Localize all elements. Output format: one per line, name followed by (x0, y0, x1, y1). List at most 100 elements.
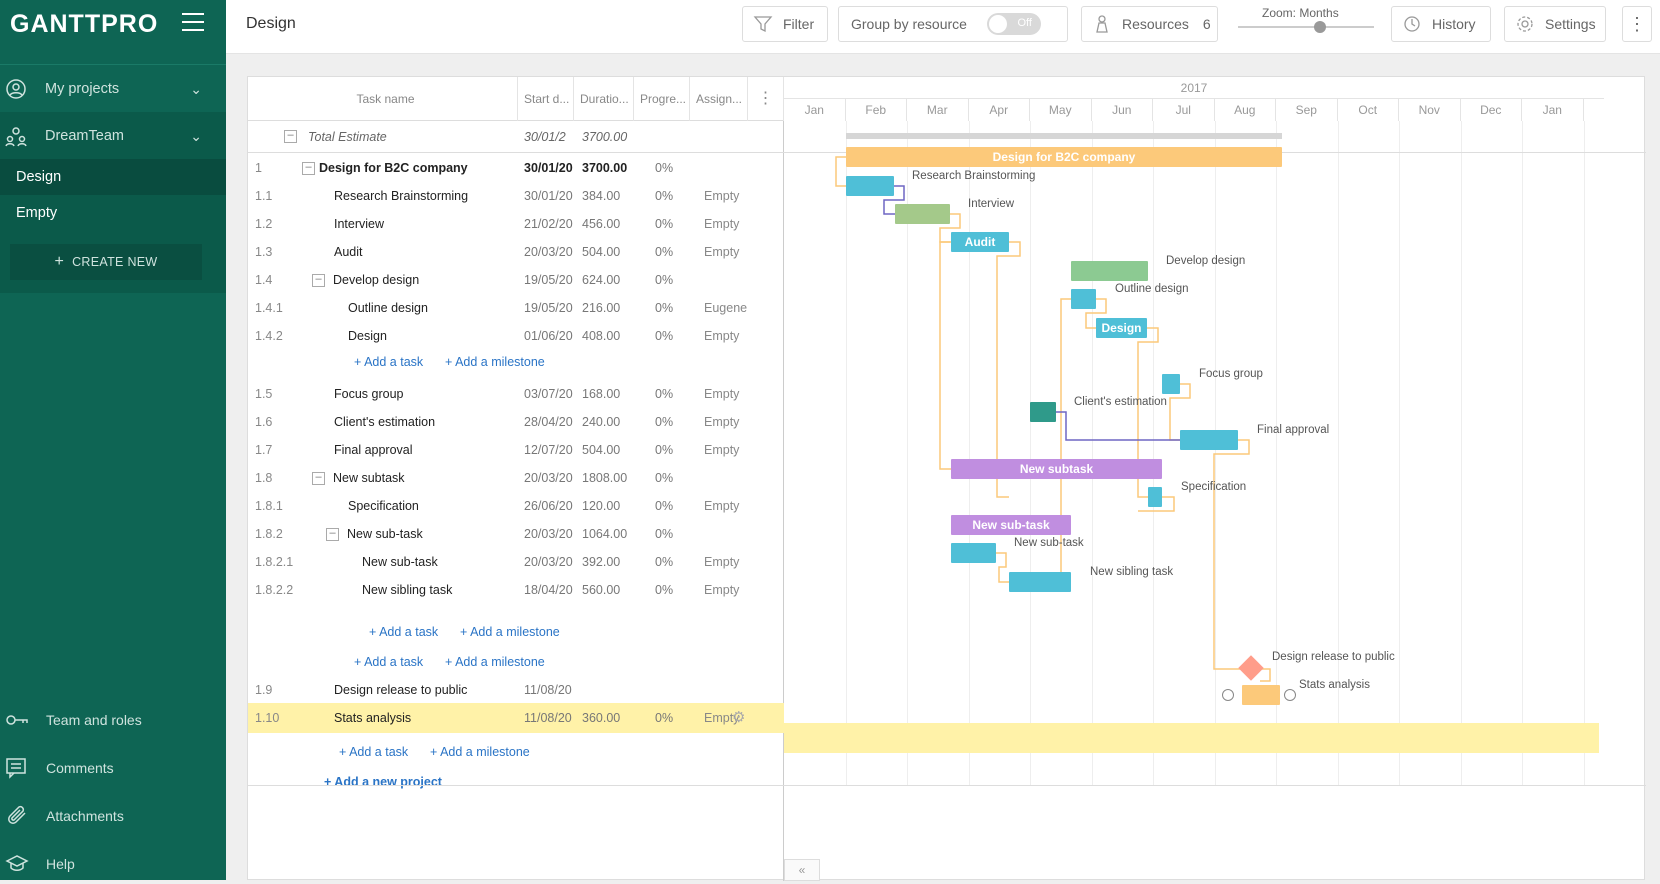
link-handle[interactable] (1284, 689, 1296, 701)
start-date[interactable]: 11/08/20 (524, 675, 574, 705)
dependency-link[interactable] (1213, 439, 1250, 670)
zoom-track[interactable] (1238, 26, 1374, 28)
attachments-link[interactable]: Attachments (0, 796, 226, 836)
progress[interactable]: 0% (655, 265, 673, 295)
add-task-link[interactable]: + Add a task (339, 737, 408, 767)
start-date[interactable]: 12/07/20 (524, 435, 574, 465)
task-bar[interactable] (1162, 374, 1180, 394)
assignee[interactable]: Empty (704, 575, 739, 605)
table-row[interactable]: 1.6 Client's estimation 28/04/20 240.00 0% Em… (248, 407, 784, 437)
task-name[interactable]: Design release to public (334, 675, 467, 705)
table-row[interactable]: 1.7 Final approval 12/07/20 504.00 0% Empty (248, 435, 784, 465)
dependency-link[interactable] (996, 552, 1009, 583)
task-name[interactable]: Audit (334, 237, 363, 267)
task-bar[interactable] (895, 204, 950, 224)
assignee[interactable]: Empty (704, 547, 739, 577)
task-name[interactable]: Final approval (334, 435, 413, 465)
duration[interactable]: 504.00 (582, 435, 620, 465)
task-bar[interactable]: New subtask (951, 459, 1162, 479)
add-milestone-link[interactable]: + Add a milestone (445, 347, 545, 377)
progress[interactable]: 0% (655, 209, 673, 239)
table-row[interactable]: 1.1 Research Brainstorming 30/01/20 384.00 0… (248, 181, 784, 211)
duration[interactable]: 560.00 (582, 575, 620, 605)
column-menu-icon[interactable]: ⋮ (748, 77, 784, 121)
filter-button[interactable]: Filter (742, 6, 828, 42)
start-date[interactable]: 18/04/20 (524, 575, 574, 605)
progress[interactable]: 0% (655, 491, 673, 521)
task-name[interactable]: Focus group (334, 379, 403, 409)
task-bar[interactable] (951, 543, 996, 563)
start-date[interactable]: 30/01/20 (524, 181, 574, 211)
col-start-date[interactable]: Start d... (518, 77, 574, 121)
task-bar[interactable]: Design (1096, 318, 1147, 338)
dependency-link[interactable] (939, 241, 951, 470)
duration[interactable]: 624.00 (582, 265, 620, 295)
dependency-link[interactable] (1260, 668, 1271, 682)
table-row[interactable]: 1.8.2.2 New sibling task 18/04/20 560.00 0% E… (248, 575, 784, 605)
assignee[interactable]: Empty (704, 237, 739, 267)
add-task-link[interactable]: + Add a task (354, 647, 423, 677)
col-task-name[interactable]: Task name (248, 77, 518, 121)
table-row[interactable]: 1.8 – New subtask 20/03/20 1808.00 0% (248, 463, 784, 493)
add-task-link[interactable]: + Add a task (354, 347, 423, 377)
start-date[interactable]: 28/04/20 (524, 407, 574, 437)
collapse-icon[interactable]: – (312, 274, 325, 287)
progress[interactable]: 0% (655, 463, 673, 493)
progress[interactable]: 0% (655, 519, 673, 549)
task-name[interactable]: New subtask (333, 463, 405, 493)
assignee[interactable]: Empty (704, 407, 739, 437)
zoom-thumb[interactable] (1313, 21, 1326, 33)
sidebar-item-empty[interactable]: Empty (0, 195, 226, 231)
task-bar[interactable] (1148, 487, 1162, 507)
task-name[interactable]: Develop design (333, 265, 419, 295)
collapse-icon[interactable]: – (302, 162, 315, 175)
collapse-icon[interactable]: – (312, 472, 325, 485)
task-name[interactable]: Client's estimation (334, 407, 435, 437)
add-milestone-link[interactable]: + Add a milestone (430, 737, 530, 767)
task-name[interactable]: Design for B2C company (319, 153, 468, 183)
table-row[interactable]: 1.8.2.1 New sub-task 20/03/20 392.00 0% Empty (248, 547, 784, 577)
table-row[interactable]: 1.4 – Develop design 19/05/20 624.00 0% (248, 265, 784, 295)
table-row[interactable]: 1.3 Audit 20/03/20 504.00 0% Empty (248, 237, 784, 267)
duration[interactable]: 456.00 (582, 209, 620, 239)
progress[interactable]: 0% (655, 379, 673, 409)
duration[interactable]: 1064.00 (582, 519, 627, 549)
start-date[interactable]: 03/07/20 (524, 379, 574, 409)
start-date[interactable]: 20/03/20 (524, 547, 574, 577)
start-date[interactable]: 30/01/20 (524, 153, 574, 183)
task-bar[interactable] (1009, 572, 1071, 592)
task-bar[interactable] (1030, 402, 1056, 422)
create-new-button[interactable]: + CREATE NEW (10, 244, 202, 280)
progress[interactable]: 0% (655, 293, 673, 323)
resources-button[interactable]: Resources 6 (1081, 6, 1218, 42)
task-bar[interactable]: Audit (951, 232, 1009, 252)
table-row[interactable]: 1.4.1 Outline design 19/05/20 216.00 0% Eugen… (248, 293, 784, 323)
dependency-link[interactable] (835, 156, 846, 187)
progress[interactable]: 0% (655, 547, 673, 577)
table-row[interactable]: 1.9 Design release to public 11/08/20 (248, 675, 784, 705)
progress[interactable]: 0% (655, 321, 673, 351)
start-date[interactable]: 19/05/20 (524, 265, 574, 295)
add-project-link[interactable]: + Add a new project (324, 767, 442, 797)
table-row[interactable]: 1.8.2 – New sub-task 20/03/20 1064.00 0% (248, 519, 784, 549)
collapse-icon[interactable]: – (326, 528, 339, 541)
task-name[interactable]: Stats analysis (334, 703, 411, 733)
assignee[interactable]: Empty (704, 435, 739, 465)
col-progress[interactable]: Progre... (634, 77, 690, 121)
sidebar-item-design[interactable]: Design (0, 159, 226, 195)
assignee[interactable]: Empty (704, 379, 739, 409)
duration[interactable]: 216.00 (582, 293, 620, 323)
start-date[interactable]: 19/05/20 (524, 293, 574, 323)
task-name[interactable]: Interview (334, 209, 384, 239)
progress[interactable]: 0% (655, 435, 673, 465)
duration[interactable]: 3700.00 (582, 153, 627, 183)
progress[interactable]: 0% (655, 407, 673, 437)
duration[interactable]: 360.00 (582, 703, 620, 733)
group-by-resource[interactable]: Group by resource Off (838, 6, 1068, 42)
task-bar[interactable] (1180, 430, 1238, 450)
add-milestone-link[interactable]: + Add a milestone (460, 617, 560, 647)
add-milestone-link[interactable]: + Add a milestone (445, 647, 545, 677)
progress[interactable]: 0% (655, 703, 673, 733)
task-bar[interactable] (1071, 289, 1096, 309)
duration[interactable]: 504.00 (582, 237, 620, 267)
